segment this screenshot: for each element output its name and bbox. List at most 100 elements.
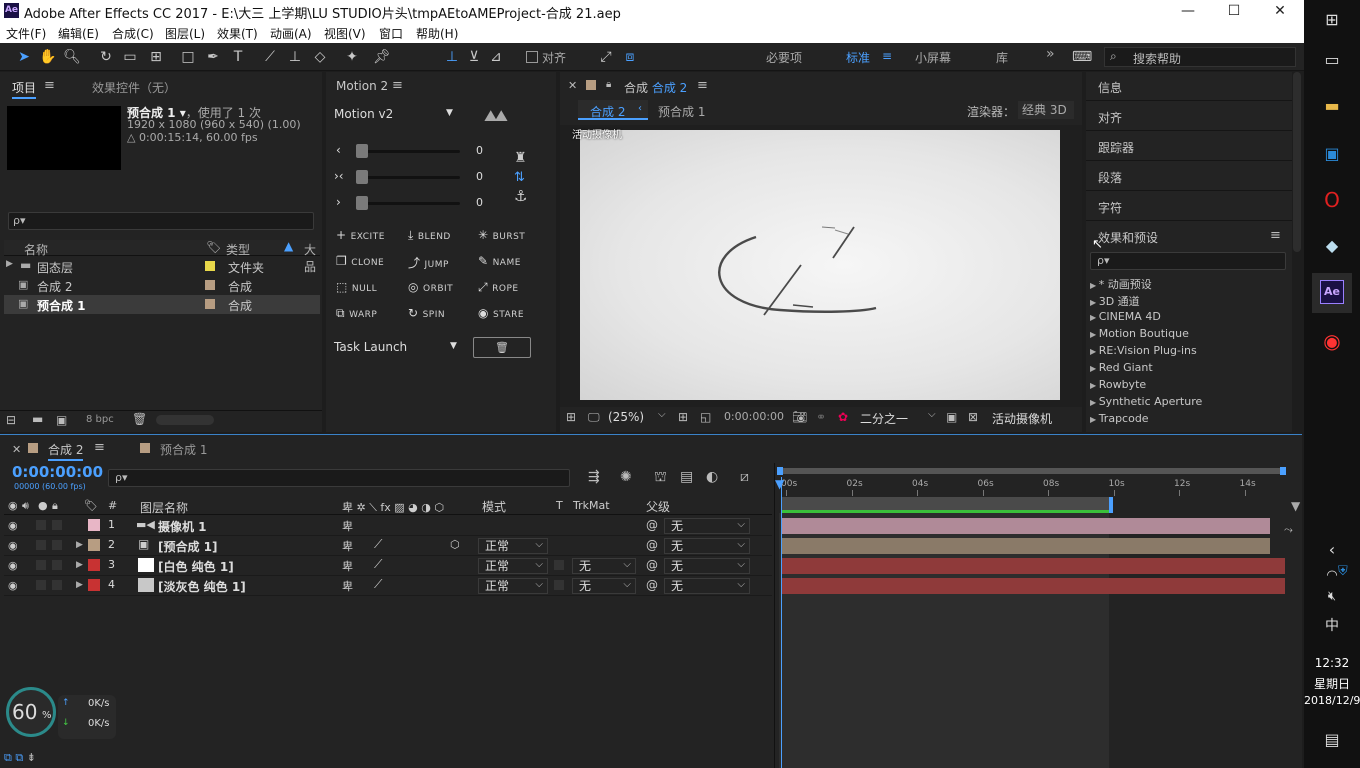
spin-button[interactable]: ↻ SPIN: [408, 306, 445, 320]
visibility-eye-icon[interactable]: ◉: [8, 519, 18, 532]
breadcrumb-active[interactable]: 合成 2 ‹: [578, 100, 648, 120]
table-row[interactable]: ◉ 1 ▬◀ 摄像机 1 卑 @ 无: [4, 516, 772, 536]
timeline-marker-icon[interactable]: ▼: [1291, 499, 1300, 513]
visibility-eye-icon[interactable]: ◉: [8, 539, 18, 552]
effects-category[interactable]: 3D 通道: [1090, 293, 1140, 309]
show-snapshot-icon[interactable]: ⚭: [816, 410, 826, 424]
close-tab-icon[interactable]: ✕: [12, 443, 21, 456]
pick-whip-icon[interactable]: @: [646, 578, 658, 592]
timeline-timecode[interactable]: 0:00:00:00: [12, 463, 103, 481]
menu-window[interactable]: 窗口: [379, 25, 403, 42]
draft-3d-icon[interactable]: ✺: [620, 469, 632, 485]
effects-category[interactable]: * 动画预设: [1090, 276, 1152, 292]
local-axis-icon[interactable]: ⊥: [442, 47, 462, 67]
pick-whip-icon[interactable]: @: [646, 518, 658, 532]
null-button[interactable]: ⬚ NULL: [336, 280, 377, 294]
new-folder-icon[interactable]: ▬: [32, 412, 43, 426]
label-color-swatch[interactable]: [205, 299, 215, 309]
right-panel-scrollbar[interactable]: [1293, 72, 1301, 252]
minimize-button[interactable]: —: [1165, 0, 1211, 22]
lock-icon[interactable]: 🔒︎: [606, 79, 611, 90]
list-item[interactable]: ▶ ▬ 固态层 文件夹 品: [4, 257, 320, 276]
video-switch-icon[interactable]: ◉: [8, 499, 18, 512]
world-axis-icon[interactable]: ⊻: [464, 47, 484, 67]
breadcrumb-other[interactable]: 预合成 1: [658, 103, 705, 120]
layer-label-color[interactable]: [88, 539, 100, 551]
zoom-tool-icon[interactable]: 🔍︎: [62, 47, 82, 67]
shy-switch-icon[interactable]: 卑: [342, 558, 353, 574]
column-layer-name[interactable]: 图层名称: [140, 499, 188, 516]
file-explorer-icon[interactable]: ▬: [1320, 94, 1344, 118]
brush-tool-icon[interactable]: ⟋: [260, 47, 280, 67]
ease-in-slider[interactable]: [356, 150, 460, 153]
new-composition-icon[interactable]: ▣: [56, 413, 67, 427]
workspace-edit-icon[interactable]: ⌨: [1072, 47, 1092, 67]
close-button[interactable]: ✕: [1257, 0, 1303, 22]
ease-both-slider-handle[interactable]: [356, 170, 368, 184]
navigator-end-handle[interactable]: [1280, 467, 1286, 475]
ease-in-value[interactable]: 0: [476, 144, 483, 157]
motion-panel-menu-icon[interactable]: ≡: [392, 78, 403, 93]
swap-arrows-icon[interactable]: ⇅: [514, 170, 525, 185]
camera-tool-icon[interactable]: ▭: [120, 47, 140, 67]
label-tag-icon[interactable]: 🏷︎: [206, 240, 221, 254]
ease-out-slider[interactable]: [356, 202, 460, 205]
blend-mode-select[interactable]: 正常: [478, 578, 548, 594]
task-select[interactable]: Task Launch ▼: [334, 339, 462, 357]
menu-file[interactable]: 文件(F): [6, 25, 46, 42]
column-mode[interactable]: 模式: [482, 498, 506, 515]
parent-select[interactable]: 无: [664, 558, 750, 574]
snap-icon[interactable]: ⤢: [596, 47, 616, 67]
delete-icon[interactable]: 🗑︎: [132, 412, 147, 426]
selection-tool-icon[interactable]: ➤: [14, 47, 34, 67]
solo-checkbox[interactable]: [36, 580, 46, 590]
menu-help[interactable]: 帮助(H): [416, 25, 458, 42]
lock-checkbox[interactable]: [52, 580, 62, 590]
time-ruler[interactable]: 00s 02s 04s 06s 08s 10s 12s 14s: [775, 477, 1303, 497]
mountains-icon[interactable]: ⛰⛰: [484, 106, 508, 126]
tab-timeline-precomp[interactable]: 预合成 1: [160, 441, 207, 458]
shy-switch-icon[interactable]: 卑: [342, 578, 353, 594]
comp-timecode[interactable]: 0:00:00:00: [720, 410, 788, 426]
workspace-small-screen[interactable]: 小屏幕: [915, 49, 951, 66]
pen-tool-icon[interactable]: ✒: [203, 47, 223, 67]
layer-name[interactable]: [淡灰色 纯色 1]: [158, 578, 246, 595]
lock-switch-icon[interactable]: 🔒︎: [52, 499, 58, 513]
menu-edit[interactable]: 编辑(E): [58, 25, 99, 42]
color-channels-icon[interactable]: ✿: [838, 410, 848, 424]
lock-checkbox[interactable]: [52, 540, 62, 550]
ime-indicator[interactable]: 中: [1320, 614, 1344, 638]
timeline-footer-icons[interactable]: ⧉ ⧉ ⇟: [4, 751, 36, 765]
panel-paragraph[interactable]: 段落: [1098, 169, 1122, 186]
expand-arrow-icon[interactable]: ▶: [6, 259, 13, 269]
expand-arrow-icon[interactable]: ▶: [76, 560, 83, 570]
rocket-icon[interactable]: ♜: [514, 150, 527, 166]
layer-label-color[interactable]: [88, 519, 100, 531]
align-checkbox[interactable]: [526, 51, 538, 63]
stare-button[interactable]: ◉ STARE: [478, 306, 524, 320]
timeline-search-input[interactable]: ρ▾: [108, 469, 570, 487]
comp-button-icon[interactable]: ⤳: [1284, 523, 1293, 537]
column-number[interactable]: #: [108, 499, 117, 512]
effects-category[interactable]: Red Giant: [1090, 361, 1153, 374]
grid-icon[interactable]: ⊞: [678, 410, 688, 424]
tab-timeline-comp2[interactable]: 合成 2: [48, 441, 84, 461]
roto-brush-tool-icon[interactable]: ✦: [342, 47, 362, 67]
shy-layers-icon[interactable]: ⛫: [654, 469, 667, 487]
always-preview-icon[interactable]: ⊞: [566, 410, 576, 424]
column-t[interactable]: T: [556, 499, 563, 512]
effects-category[interactable]: CINEMA 4D: [1090, 310, 1161, 323]
project-panel-menu-icon[interactable]: ≡: [44, 78, 55, 93]
tab-effect-controls[interactable]: 效果控件（无）: [92, 79, 176, 96]
ease-out-slider-handle[interactable]: [356, 196, 368, 210]
resolution-select[interactable]: 二分之一 ⌵: [860, 409, 942, 426]
label-color-swatch[interactable]: [205, 280, 215, 290]
after-effects-taskbar-icon[interactable]: Ae: [1320, 280, 1344, 304]
workspace-standard[interactable]: 标准: [846, 49, 870, 66]
excite-button[interactable]: + EXCITE: [336, 228, 385, 242]
ease-in-slider-handle[interactable]: [356, 144, 368, 158]
hand-tool-icon[interactable]: ✋: [38, 47, 58, 67]
list-item[interactable]: ▣ 合成 2 合成: [4, 276, 320, 295]
panel-info[interactable]: 信息: [1098, 79, 1122, 96]
lock-checkbox[interactable]: [52, 560, 62, 570]
